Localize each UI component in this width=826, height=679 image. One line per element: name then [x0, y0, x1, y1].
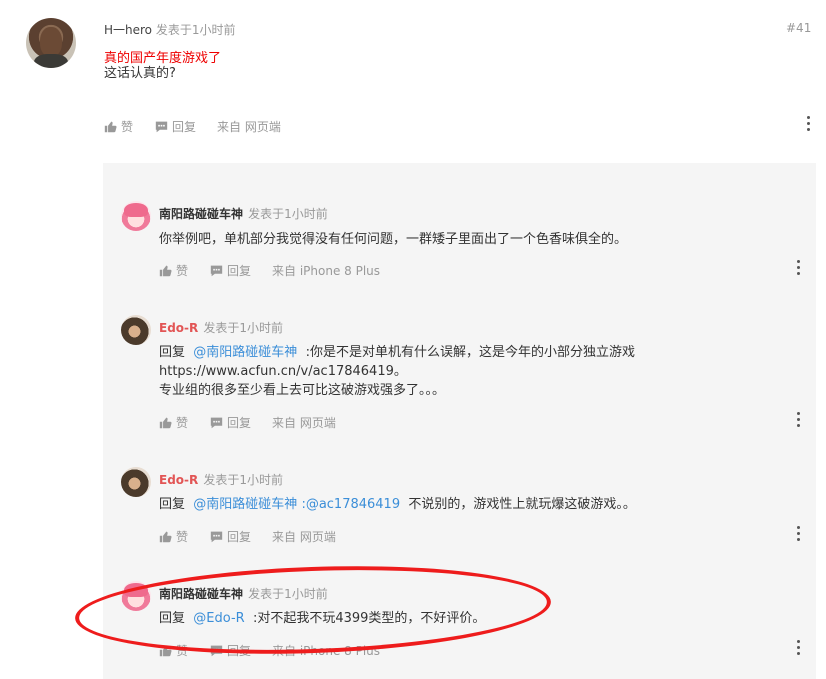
reply-header: Edo-R 发表于1小时前 [159, 317, 283, 336]
like-button[interactable]: 赞 [159, 528, 188, 545]
reply-avatar[interactable] [121, 315, 151, 345]
reply-username[interactable]: 南阳路碰碰车神 [159, 207, 243, 221]
reply-text: 不说别的，游戏性上就玩爆这破游戏。。 [408, 497, 636, 512]
reply-time: 发表于1小时前 [248, 207, 328, 221]
username[interactable]: H一hero [104, 23, 152, 37]
post-body: 这话认真的? [104, 66, 176, 81]
thumbs-up-icon [159, 531, 172, 543]
like-button[interactable]: 赞 [159, 262, 188, 279]
reply-body: 回复 @南阳路碰碰车神 :你是不是对单机有什么误解，这是今年的小部分独立游戏 [159, 343, 635, 363]
reply-avatar[interactable] [121, 467, 151, 497]
reply-prefix: 回复 [159, 345, 186, 360]
reply-source: 来自 网页端 [272, 530, 336, 544]
post-author[interactable]: H一hero 发表于1小时前 [104, 21, 236, 38]
reply-body: 回复 @南阳路碰碰车神 :@ac17846419 不说别的，游戏性上就玩爆这破游… [159, 495, 636, 515]
reply-label: 回复 [172, 120, 197, 134]
reply-body: 你举例吧，单机部分我觉得没有任何问题，一群矮子里面出了一个色香味俱全的。 [159, 232, 628, 247]
like-label: 赞 [176, 530, 189, 544]
like-label: 赞 [121, 120, 134, 134]
reply-button[interactable]: 回复 [210, 262, 251, 279]
more-vertical-icon[interactable] [797, 260, 801, 278]
reply-avatar[interactable] [121, 201, 151, 231]
more-vertical-icon[interactable] [797, 526, 801, 544]
user-avatar[interactable] [26, 18, 76, 68]
reply-icon [155, 121, 168, 133]
reply-time: 发表于1小时前 [203, 321, 283, 335]
mention-link-2[interactable]: :@ac17846419 [301, 497, 400, 512]
reply-time: 发表于1小时前 [203, 473, 283, 487]
reply-username[interactable]: Edo-R [159, 321, 198, 335]
post-time: 发表于1小时前 [155, 23, 236, 37]
more-vertical-icon[interactable] [797, 640, 801, 658]
like-button[interactable]: 赞 [104, 118, 133, 135]
mention-link[interactable]: @南阳路碰碰车神 [193, 497, 297, 512]
thumbs-up-icon [159, 265, 172, 277]
reply-prefix: 回复 [159, 497, 186, 512]
reply-label: 回复 [227, 264, 252, 278]
reply-source: 来自 iPhone 8 Plus [272, 264, 381, 278]
reply-source: 来自 网页端 [272, 416, 336, 430]
reply-label: 回复 [227, 416, 252, 430]
post-source: 来自 网页端 [217, 120, 281, 134]
reply-header: Edo-R 发表于1小时前 [159, 469, 283, 488]
more-vertical-icon[interactable] [797, 412, 801, 430]
reply-button[interactable]: 回复 [210, 528, 251, 545]
reply-username[interactable]: Edo-R [159, 473, 198, 487]
like-label: 赞 [176, 416, 189, 430]
reply-url[interactable]: https://www.acfun.cn/v/ac17846419。 [159, 362, 407, 382]
reply-text: :你是不是对单机有什么误解，这是今年的小部分独立游戏 [305, 345, 635, 360]
reply-label: 回复 [227, 530, 252, 544]
floor-number: #41 [786, 21, 812, 35]
reply-button[interactable]: 回复 [155, 118, 196, 135]
more-vertical-icon[interactable] [807, 116, 811, 134]
reply-text-line: 专业组的很多至少看上去可比这破游戏强多了。。。 [159, 383, 446, 398]
thumbs-up-icon [104, 121, 117, 133]
reply-icon [210, 531, 223, 543]
mention-link[interactable]: @南阳路碰碰车神 [193, 345, 297, 360]
reply-button[interactable]: 回复 [210, 414, 251, 431]
like-button[interactable]: 赞 [159, 414, 188, 431]
reply-icon [210, 417, 223, 429]
reply-icon [210, 265, 223, 277]
like-label: 赞 [176, 264, 189, 278]
thumbs-up-icon [159, 417, 172, 429]
reply-header: 南阳路碰碰车神 发表于1小时前 [159, 203, 328, 222]
